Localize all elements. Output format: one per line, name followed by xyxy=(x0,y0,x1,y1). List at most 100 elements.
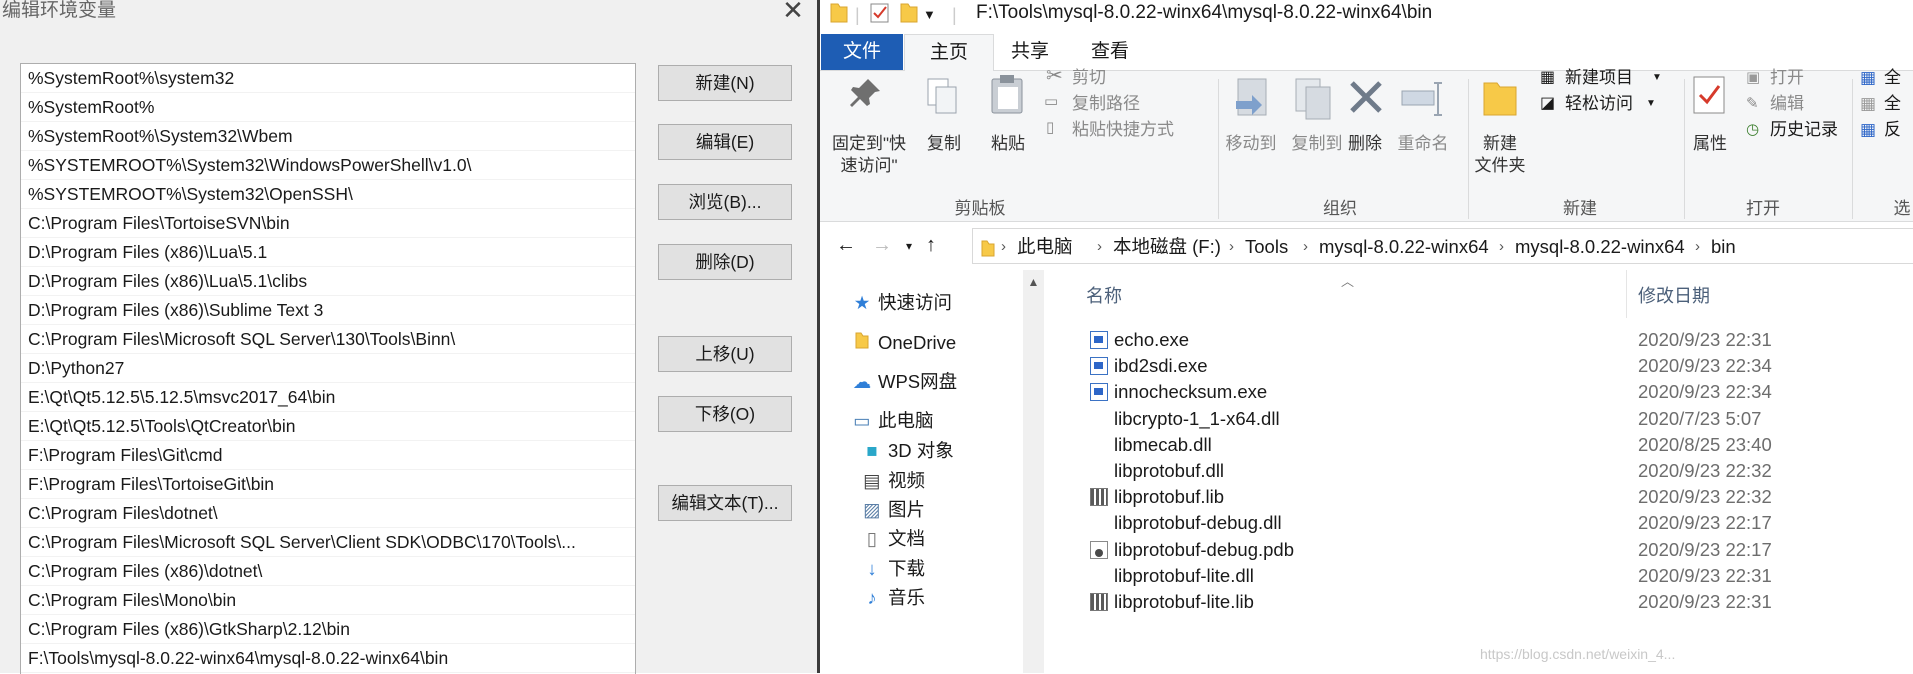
nav-item[interactable]: ■ 3D 对象 xyxy=(860,436,953,466)
column-header-date[interactable]: 修改日期 xyxy=(1638,282,1710,308)
select-none-icon: ▦ xyxy=(1860,94,1877,113)
chevron-down-icon[interactable]: ▼ xyxy=(1646,93,1656,115)
scroll-up-icon[interactable]: ▲ xyxy=(1023,270,1044,294)
chevron-right-icon[interactable]: › xyxy=(1303,229,1308,265)
column-header-name[interactable]: 名称 xyxy=(1086,282,1122,308)
select-all-button[interactable]: 全 xyxy=(1884,67,1901,89)
rename-button[interactable]: 重命名 xyxy=(1392,133,1454,155)
path-list[interactable]: %SystemRoot%\system32 %SystemRoot% %System… xyxy=(20,63,636,674)
select-all-icon: ▦ xyxy=(1860,68,1877,87)
paste-button[interactable]: 粘贴 xyxy=(983,133,1033,155)
close-icon[interactable]: ✕ xyxy=(778,0,808,26)
forward-arrow-icon[interactable]: → xyxy=(872,228,892,264)
open-group-label: 打开 xyxy=(1746,199,1780,218)
copy-to-button[interactable]: 复制到 xyxy=(1286,133,1348,155)
chevron-right-icon[interactable]: › xyxy=(1097,229,1102,265)
tab-home[interactable]: 主页 xyxy=(904,34,994,72)
move-to-button[interactable]: 移动到 xyxy=(1220,133,1282,155)
tab-file[interactable]: 文件 xyxy=(821,34,903,70)
edit-button-ribbon[interactable]: 编辑 xyxy=(1770,93,1804,115)
nav-item[interactable]: ▭ 此电脑 xyxy=(850,406,933,436)
open-button[interactable]: 打开 xyxy=(1770,67,1804,89)
path-list-item[interactable]: D:\Python27 xyxy=(21,354,635,383)
easy-access-button[interactable]: 轻松访问 xyxy=(1565,93,1633,115)
path-list-item[interactable]: %SystemRoot%\System32\Wbem xyxy=(21,122,635,151)
path-list-item[interactable]: C:\Program Files\dotnet\ xyxy=(21,499,635,528)
copy-button[interactable]: 复制 xyxy=(919,133,969,155)
breadcrumb-item[interactable]: bin xyxy=(1711,229,1736,265)
path-list-item[interactable]: E:\Qt\Qt5.12.5\Tools\QtCreator\bin xyxy=(21,412,635,441)
properties-check-icon[interactable] xyxy=(870,2,890,28)
path-list-item[interactable]: F:\Tools\mysql-8.0.22-winx64\mysql-8.0.2… xyxy=(21,644,635,673)
path-list-item[interactable]: C:\Program Files\TortoiseSVN\bin xyxy=(21,209,635,238)
select-none-button[interactable]: 全 xyxy=(1884,93,1901,115)
chevron-right-icon[interactable]: › xyxy=(1229,229,1234,265)
path-list-item[interactable]: F:\Program Files\TortoiseGit\bin xyxy=(21,470,635,499)
edit-text-button[interactable]: 编辑文本(T)... xyxy=(658,485,792,521)
path-list-item[interactable]: C:\Program Files (x86)\dotnet\ xyxy=(21,557,635,586)
path-list-item[interactable]: C:\Program Files\Mono\bin xyxy=(21,586,635,615)
delete-button[interactable]: 删除(D) xyxy=(658,244,792,280)
breadcrumb-item[interactable]: 本地磁盘 (F:) xyxy=(1113,229,1221,265)
chevron-right-icon[interactable]: › xyxy=(1499,229,1504,265)
properties-button[interactable]: 属性 xyxy=(1686,133,1734,155)
path-list-item[interactable]: %SystemRoot%\system32 xyxy=(21,64,635,93)
nav-item[interactable]: ▤ 视频 xyxy=(860,466,925,496)
path-list-item[interactable]: D:\Program Files (x86)\Lua\5.1 xyxy=(21,238,635,267)
navigation-pane: ★ 快速访问 OneDrive ☁ WPS网盘 ▭ 此电脑 ■ 3D 对象 ▤ 视频 ▨ 图片 ▯ 文档 ↓ 下… xyxy=(820,270,1022,673)
breadcrumb-item[interactable]: Tools xyxy=(1245,229,1288,265)
history-button[interactable]: 历史记录 xyxy=(1770,119,1838,141)
breadcrumb[interactable]: › 此电脑 › 本地磁盘 (F:) › Tools › mysql-8.0.22-winx64… xyxy=(972,228,1913,264)
delete-button[interactable]: 删除 xyxy=(1341,133,1389,155)
new-item-button[interactable]: 新建项目 xyxy=(1565,67,1633,89)
paste-shortcut-button[interactable]: 粘贴快捷方式 xyxy=(1072,119,1174,141)
new-button[interactable]: 新建(N) xyxy=(658,65,792,101)
paste-shortcut-icon: ▯ xyxy=(1046,119,1055,136)
path-list-item[interactable]: %SystemRoot% xyxy=(21,93,635,122)
nav-item[interactable]: ★ 快速访问 xyxy=(850,288,952,318)
new-folder-button[interactable]: 新建 文件夹 xyxy=(1472,133,1528,177)
nav-item-label: 快速访问 xyxy=(878,292,953,313)
breadcrumb-item[interactable]: mysql-8.0.22-winx64 xyxy=(1319,229,1489,265)
up-arrow-icon[interactable]: ↑ xyxy=(926,228,936,264)
breadcrumb-item[interactable]: 此电脑 xyxy=(1017,229,1073,265)
pin-quick-access-button[interactable]: 固定到"快速访问" xyxy=(828,133,910,177)
cube-icon: ■ xyxy=(866,440,878,461)
nav-item[interactable]: ☁ WPS网盘 xyxy=(850,367,957,397)
recent-locations-chevron-icon[interactable]: ▾ xyxy=(906,229,912,265)
move-down-button[interactable]: 下移(O) xyxy=(658,396,792,432)
breadcrumb-item[interactable]: mysql-8.0.22-winx64 xyxy=(1515,229,1685,265)
chevron-down-icon[interactable]: ▼ xyxy=(1652,67,1662,89)
edit-env-var-dialog: 编辑环境变量 ✕ %SystemRoot%\system32 %SystemRoo… xyxy=(0,0,818,674)
path-list-item[interactable]: D:\Program Files (x86)\Sublime Text 3 xyxy=(21,296,635,325)
tab-view[interactable]: 查看 xyxy=(1070,34,1150,70)
path-list-item[interactable]: %SYSTEMROOT%\System32\OpenSSH\ xyxy=(21,180,635,209)
nav-item[interactable]: ▯ 文档 xyxy=(860,524,925,554)
chevron-right-icon[interactable]: › xyxy=(1001,229,1006,265)
nav-item[interactable]: ▨ 图片 xyxy=(860,495,925,525)
path-list-item[interactable]: C:\Program Files (x86)\GtkSharp\2.12\bin xyxy=(21,615,635,644)
nav-item[interactable]: ↓ 下载 xyxy=(860,554,925,584)
path-list-item[interactable]: D:\Program Files (x86)\Lua\5.1\clibs xyxy=(21,267,635,296)
move-up-button[interactable]: 上移(U) xyxy=(658,336,792,372)
path-list-item[interactable]: E:\Qt\Qt5.12.5\5.12.5\msvc2017_64\bin xyxy=(21,383,635,412)
path-list-item[interactable]: C:\Program Files\Microsoft SQL Server\13… xyxy=(21,325,635,354)
nav-item[interactable]: ♪ 音乐 xyxy=(860,583,925,613)
cut-button[interactable]: 剪切 xyxy=(1072,67,1106,89)
copy-path-button[interactable]: 复制路径 xyxy=(1072,93,1140,115)
path-list-item[interactable]: C:\Program Files\Microsoft SQL Server\Cl… xyxy=(21,528,635,557)
chevron-right-icon[interactable]: › xyxy=(1695,229,1700,265)
back-arrow-icon[interactable]: ← xyxy=(836,228,856,264)
path-list-item[interactable]: %SYSTEMROOT%\System32\WindowsPowerShell\… xyxy=(21,151,635,180)
invert-selection-button[interactable]: 反 xyxy=(1884,119,1901,141)
browse-button[interactable]: 浏览(B)... xyxy=(658,184,792,220)
path-list-item[interactable]: F:\Program Files\Git\cmd xyxy=(21,441,635,470)
file-row[interactable]: libprotobuf-lite.lib 2020/9/23 22:31 xyxy=(1044,586,1913,618)
nav-scrollbar[interactable]: ▲ xyxy=(1023,270,1044,673)
edit-button[interactable]: 编辑(E) xyxy=(658,124,792,160)
new-folder-qa-icon[interactable] xyxy=(900,2,918,28)
customize-qa-dropdown-icon[interactable]: ▼ xyxy=(923,2,936,28)
dll-file-icon xyxy=(1090,410,1108,428)
nav-item[interactable]: OneDrive xyxy=(850,328,956,358)
dll-file-icon xyxy=(1090,567,1108,585)
